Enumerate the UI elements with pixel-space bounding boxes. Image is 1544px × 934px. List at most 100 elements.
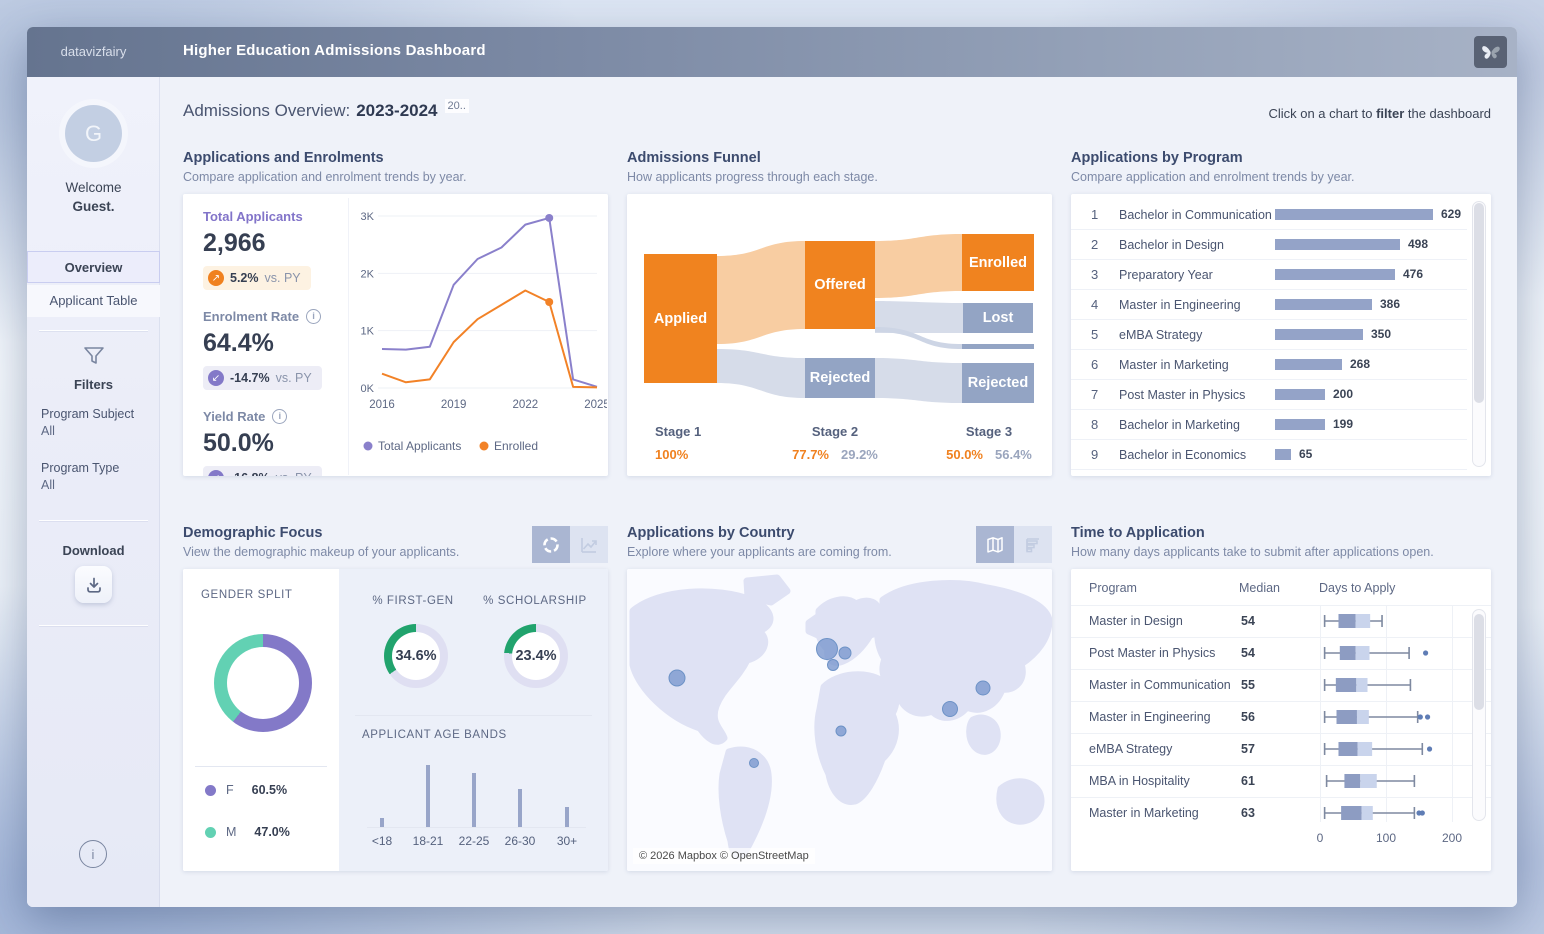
funnel-node-rejected-s3[interactable]: Rejected (962, 363, 1034, 403)
scholarship-gauge[interactable]: 23.4% (504, 624, 568, 688)
funnel-node-rejected-s2[interactable]: Rejected (805, 358, 875, 398)
time-row[interactable]: MBA in Hospitality61 (1071, 765, 1491, 797)
funnel-node-thin[interactable] (962, 344, 1034, 349)
world-map-card: © 2026 Mapbox © OpenStreetMap (627, 569, 1052, 871)
program-bar[interactable] (1275, 239, 1400, 250)
boxplot[interactable] (1309, 702, 1489, 733)
program-row[interactable]: 7Post Master in Physics200 (1071, 380, 1467, 410)
boxplot[interactable] (1309, 766, 1489, 797)
line-series[interactable] (382, 218, 597, 387)
period-selector[interactable]: 2023-2024 (356, 101, 437, 120)
age-band-bar[interactable] (518, 789, 522, 827)
info-icon[interactable] (272, 409, 287, 424)
funnel-node-applied[interactable]: Applied (644, 254, 717, 383)
map-bubble[interactable] (839, 647, 851, 659)
first-gen-gauge[interactable]: 34.6% (384, 624, 448, 688)
program-bar[interactable] (1275, 269, 1395, 280)
map-bubble[interactable] (828, 660, 839, 671)
map-bubble[interactable] (817, 639, 838, 660)
map-bubble[interactable] (750, 759, 759, 768)
time-row[interactable]: Post Master in Physics54 (1071, 637, 1491, 669)
line-series[interactable] (382, 291, 597, 388)
map-bubble[interactable] (669, 670, 685, 686)
legend-dot[interactable] (364, 442, 373, 451)
sidebar-item-applicant-table[interactable]: Applicant Table (27, 285, 160, 317)
program-row[interactable]: 1Bachelor in Communication629 (1071, 200, 1467, 230)
program-row[interactable]: 3Preparatory Year476 (1071, 260, 1467, 290)
program-rank: 6 (1091, 357, 1098, 372)
program-row[interactable]: 9Bachelor in Economics65 (1071, 440, 1467, 470)
scrollbar[interactable] (1472, 201, 1486, 467)
trend-view-toggle[interactable] (570, 526, 608, 563)
program-row[interactable]: 8Bachelor in Marketing199 (1071, 410, 1467, 440)
gender-donut-chart[interactable] (214, 634, 312, 732)
filter-program-type-value[interactable]: All (41, 478, 55, 492)
donut-view-toggle[interactable] (532, 526, 570, 563)
age-band-bar[interactable] (472, 773, 476, 827)
panel-title: Time to Application (1071, 525, 1491, 541)
program-row[interactable]: 2Bachelor in Design498 (1071, 230, 1467, 260)
period-overflow[interactable]: 20.. (445, 99, 469, 113)
boxplot[interactable] (1309, 734, 1489, 765)
time-row[interactable]: Master in Design54 (1071, 605, 1491, 637)
program-bar[interactable] (1275, 329, 1363, 340)
program-row[interactable]: 10MBA in Hospitality (1071, 470, 1467, 476)
scrollbar-thumb[interactable] (1474, 614, 1484, 710)
funnel-node-lost[interactable]: Lost (963, 303, 1033, 333)
funnel-node-enrolled[interactable]: Enrolled (962, 234, 1034, 291)
filter-program-type-label: Program Type (41, 461, 119, 475)
download-button[interactable] (75, 566, 112, 603)
map-bubble[interactable] (976, 681, 990, 695)
funnel-node-offered[interactable]: Offered (805, 241, 875, 329)
boxplot[interactable] (1309, 670, 1489, 701)
program-bar[interactable] (1275, 209, 1433, 220)
program-row[interactable]: 4Master in Engineering386 (1071, 290, 1467, 320)
scholarship-title: % SCHOLARSHIP (475, 595, 595, 607)
program-bar[interactable] (1275, 299, 1372, 310)
info-icon[interactable] (306, 309, 321, 324)
map-bubble[interactable] (943, 702, 958, 717)
arrow-down-left-icon (208, 370, 224, 386)
program-bar[interactable] (1275, 419, 1325, 430)
time-row[interactable]: Master in Communication55 (1071, 669, 1491, 701)
legend-item-f[interactable]: F 60.5% (205, 783, 287, 797)
program-bar[interactable] (1275, 389, 1325, 400)
time-row[interactable]: eMBA Strategy57 (1071, 733, 1491, 765)
boxplot[interactable] (1309, 606, 1489, 637)
panel-title: Applications and Enrolments (183, 150, 608, 166)
svg-text:2022: 2022 (513, 399, 539, 411)
trend-line-chart[interactable]: 0K1K2K3K2016201920222025Total Applicants… (348, 198, 607, 475)
time-row[interactable]: Master in Marketing63 (1071, 797, 1491, 829)
map-bubble[interactable] (836, 726, 846, 736)
time-program-name: Master in Design (1089, 614, 1183, 628)
marker-dot[interactable] (545, 298, 553, 306)
age-band-bar[interactable] (380, 818, 384, 827)
age-band-bar[interactable] (565, 807, 569, 827)
map-view-toggle[interactable] (976, 526, 1014, 563)
legend-label[interactable]: Enrolled (494, 439, 538, 453)
divider (195, 766, 327, 767)
marker-dot[interactable] (545, 214, 553, 222)
boxplot[interactable] (1309, 798, 1489, 829)
boxplot[interactable] (1309, 638, 1489, 669)
program-rank: 1 (1091, 207, 1098, 222)
list-view-toggle[interactable] (1014, 526, 1052, 563)
info-button[interactable]: i (79, 840, 107, 868)
world-map[interactable] (627, 569, 1052, 871)
legend-dot[interactable] (480, 442, 489, 451)
program-bar[interactable] (1275, 359, 1342, 370)
filter-program-subject-value[interactable]: All (41, 424, 55, 438)
legend-item-m[interactable]: M 47.0% (205, 825, 290, 839)
kpi-yield-rate: Yield Rate 50.0% -16.8%vs. PY (203, 409, 351, 476)
program-value: 268 (1350, 357, 1370, 371)
sidebar-item-overview[interactable]: Overview (27, 251, 160, 283)
scrollbar[interactable] (1472, 609, 1486, 821)
program-row[interactable]: 5eMBA Strategy350 (1071, 320, 1467, 350)
time-row[interactable]: Master in Engineering56 (1071, 701, 1491, 733)
arrow-up-right-icon (208, 270, 224, 286)
program-bar[interactable] (1275, 449, 1291, 460)
program-row[interactable]: 6Master in Marketing268 (1071, 350, 1467, 380)
legend-label[interactable]: Total Applicants (378, 439, 461, 453)
age-band-bar[interactable] (426, 765, 430, 827)
scrollbar-thumb[interactable] (1474, 203, 1484, 403)
